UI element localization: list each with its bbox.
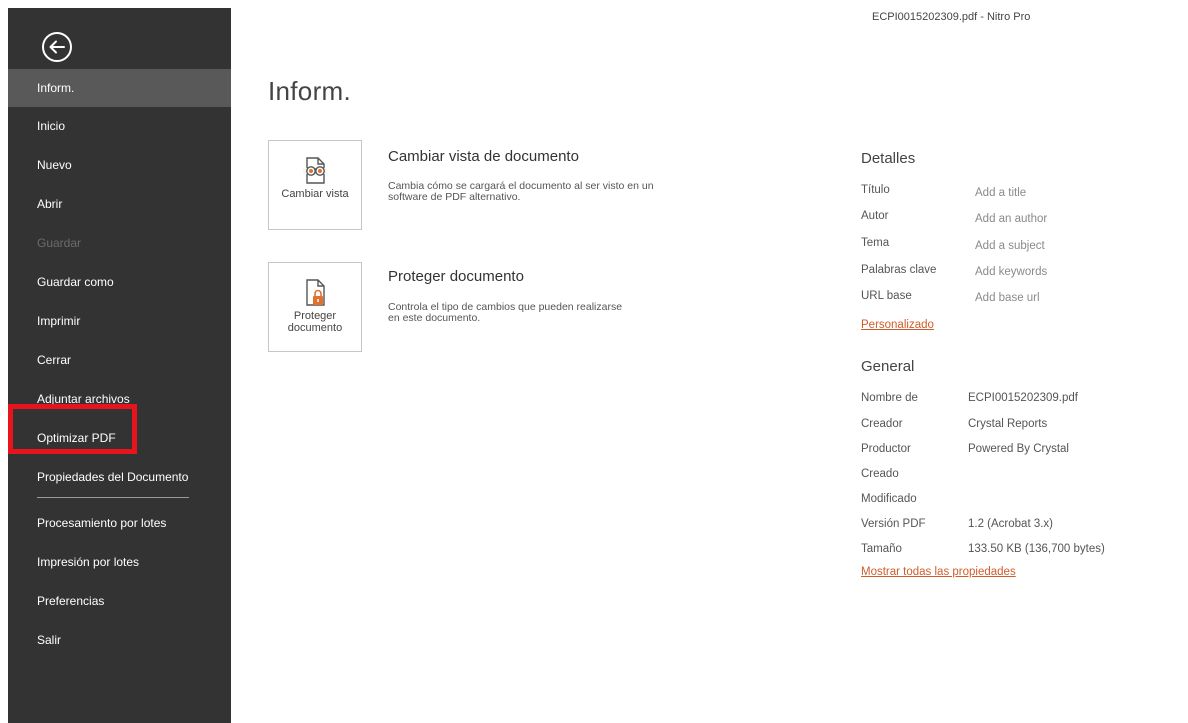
change-view-button-label: Cambiar vista [281,188,349,200]
general-heading: General [861,358,915,375]
prop-value-creador: Crystal Reports [968,418,1048,430]
binoculars-document-icon [301,156,329,186]
protect-document-button-label: Proteger documento [287,310,343,334]
nav-item-adjuntar-archivos[interactable]: Adjuntar archivos [8,380,231,418]
prop-value-version-pdf: 1.2 (Acrobat 3.x) [968,518,1054,530]
prop-label-creador: Creador [861,418,903,430]
protect-document-description: Controla el tipo de cambios que pueden r… [388,301,623,324]
window-title: ECPI0015202309.pdf - Nitro Pro [872,11,1031,23]
show-all-properties-link[interactable]: Mostrar todas las propiedades [861,566,1016,578]
change-view-button[interactable]: Cambiar vista [268,140,362,230]
lock-document-icon [301,278,329,308]
nav-item-impresion-lotes[interactable]: Impresión por lotes [8,543,231,581]
nav-item-inicio[interactable]: Inicio [8,107,231,145]
nav-item-optimizar-pdf[interactable]: Optimizar PDF [8,419,231,457]
prop-label-tamano: Tamaño [861,543,902,555]
prop-label-palabras-clave: Palabras clave [861,264,937,276]
nav-item-guardar: Guardar [37,236,82,250]
nav-item-propiedades-documento[interactable]: Propiedades del Documento [8,458,231,496]
protect-document-button[interactable]: Proteger documento [268,262,362,352]
details-heading: Detalles [861,150,916,167]
prop-value-palabras-clave[interactable]: Add keywords [975,266,1047,278]
prop-value-productor: Powered By Crystal [968,443,1069,455]
nav-item-abrir[interactable]: Abrir [8,185,231,223]
change-view-title: Cambiar vista de documento [388,148,579,165]
nav-item-inform[interactable]: Inform. [8,69,231,107]
nav-item-imprimir[interactable]: Imprimir [8,302,231,340]
prop-label-productor: Productor [861,443,911,455]
prop-label-modificado: Modificado [861,493,917,505]
prop-value-url-base[interactable]: Add base url [975,292,1040,304]
nav-item-procesamiento-lotes[interactable]: Procesamiento por lotes [8,504,231,542]
prop-label-creado: Creado [861,468,899,480]
prop-label-url-base: URL base [861,290,912,302]
nav-item-nuevo[interactable]: Nuevo [8,146,231,184]
back-arrow-circle-icon[interactable] [42,32,72,62]
prop-label-autor: Autor [861,210,889,222]
prop-value-tema[interactable]: Add a subject [975,240,1045,252]
nav-item-guardar-como[interactable]: Guardar como [8,263,231,301]
sidebar-divider [37,497,189,498]
nav-item-salir[interactable]: Salir [8,621,231,659]
prop-label-nombre: Nombre de [861,392,918,404]
prop-value-autor[interactable]: Add an author [975,213,1047,225]
nitro-backstage-window: Inform. Inicio Nuevo Abrir Guardar Guard… [0,0,1188,723]
backstage-sidebar: Inform. Inicio Nuevo Abrir Guardar Guard… [8,8,231,723]
nav-item-preferencias[interactable]: Preferencias [8,582,231,620]
nav-item-cerrar[interactable]: Cerrar [8,341,231,379]
change-view-description: Cambia cómo se cargará el documento al s… [388,180,654,203]
custom-properties-link[interactable]: Personalizado [861,319,934,331]
prop-value-titulo[interactable]: Add a title [975,187,1026,199]
page-title: Inform. [268,76,352,106]
prop-value-tamano: 133.50 KB (136,700 bytes) [968,543,1105,555]
prop-value-nombre: ECPI0015202309.pdf [968,392,1078,404]
prop-label-version-pdf: Versión PDF [861,518,926,530]
protect-document-title: Proteger documento [388,268,524,285]
prop-label-titulo: Título [861,184,890,196]
prop-label-tema: Tema [861,237,890,249]
